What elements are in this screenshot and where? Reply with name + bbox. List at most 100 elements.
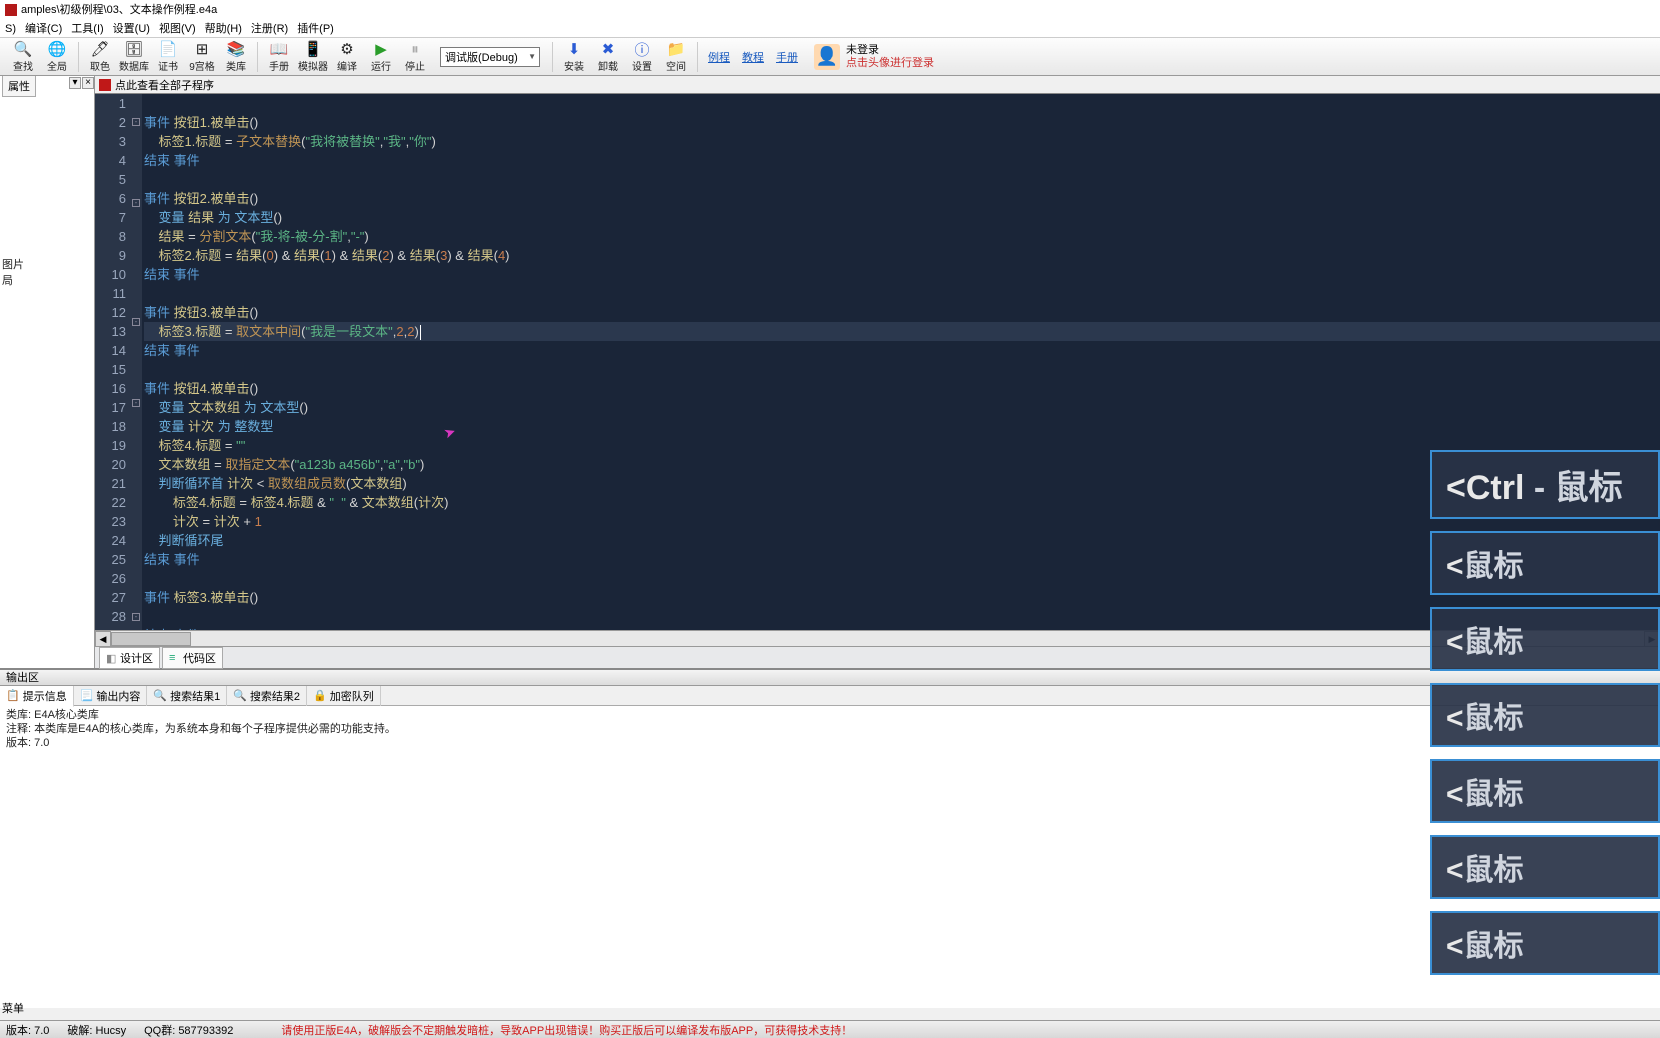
sidebar-bottom-label[interactable]: 菜单 xyxy=(2,1000,24,1016)
toolbar-取色-button[interactable]: 🖊取色 xyxy=(83,39,117,75)
toolbar-设置-button[interactable]: ⓘ设置 xyxy=(625,39,659,75)
menu-item[interactable]: 工具(I) xyxy=(68,20,106,37)
toolbar-卸载-button[interactable]: ✖卸载 xyxy=(591,39,625,75)
menu-item[interactable]: 编译(C) xyxy=(22,20,65,37)
keystroke-indicator: <鼠标 xyxy=(1430,759,1660,823)
code-line[interactable]: 结束 事件 xyxy=(144,265,1660,284)
keystroke-indicator: <鼠标 xyxy=(1430,835,1660,899)
sidebar-content: 图片 局 xyxy=(2,256,24,288)
code-line[interactable]: 事件 按钮4.被单击() xyxy=(144,379,1660,398)
sidebar-pin-icon[interactable]: ▾ xyxy=(69,77,81,89)
fold-marker[interactable]: - xyxy=(132,613,140,621)
toolbar-查找-button[interactable]: 🔍查找 xyxy=(6,39,40,75)
output-tab[interactable]: 📋提示信息 xyxy=(0,686,74,707)
output-tab[interactable]: 📃输出内容 xyxy=(74,686,148,706)
toolbar-类库-button[interactable]: 📚类库 xyxy=(219,39,253,75)
mode-tab[interactable]: ◧设计区 xyxy=(99,647,160,669)
sidebar-controls: ▾ × xyxy=(69,77,94,89)
code-line[interactable]: 变量 文本数组 为 文本型() xyxy=(144,398,1660,417)
code-line[interactable]: 事件 按钮1.被单击() xyxy=(144,113,1660,132)
keystroke-overlay: <Ctrl - 鼠标<鼠标<鼠标<鼠标<鼠标<鼠标<鼠标 xyxy=(1430,450,1660,975)
scroll-thumb[interactable] xyxy=(111,632,191,646)
sidebar-item-layout[interactable]: 局 xyxy=(2,272,24,288)
toolbar-link[interactable]: 教程 xyxy=(736,49,770,65)
code-line[interactable] xyxy=(144,284,1660,303)
menu-item[interactable]: 设置(U) xyxy=(110,20,153,37)
keystroke-indicator: <鼠标 xyxy=(1430,683,1660,747)
code-line[interactable]: 结束 事件 xyxy=(144,151,1660,170)
code-area[interactable]: 1234567891011121314151617181920212223242… xyxy=(95,94,1660,630)
code-line[interactable]: 标签3.标题 = 取文本中间("我是一段文本",2,2) xyxy=(144,322,1660,341)
login-area[interactable]: 👤未登录点击头像进行登录 xyxy=(814,44,934,70)
output-tab[interactable]: 🔒加密队列 xyxy=(307,686,381,706)
tab-icon: 📋 xyxy=(6,689,20,702)
code-line[interactable]: 事件 按钮2.被单击() xyxy=(144,189,1660,208)
fold-marker[interactable]: - xyxy=(132,199,140,207)
mode-tab[interactable]: ≡代码区 xyxy=(162,647,223,669)
menu-item[interactable]: 视图(V) xyxy=(156,20,199,37)
menu-item[interactable]: 注册(R) xyxy=(248,20,291,37)
editor-tabbar: 点此查看全部子程序 xyxy=(95,76,1660,94)
editor: 点此查看全部子程序 123456789101112131415161718192… xyxy=(95,76,1660,668)
title-text: amples\初级例程\03、文本操作例程.e4a xyxy=(21,0,217,20)
line-gutter: 1234567891011121314151617181920212223242… xyxy=(95,94,132,630)
toolbar-安装-button[interactable]: ⬇安装 xyxy=(557,39,591,75)
keystroke-indicator: <鼠标 xyxy=(1430,531,1660,595)
toolbar-link[interactable]: 例程 xyxy=(702,49,736,65)
avatar-icon[interactable]: 👤 xyxy=(814,44,840,70)
sidebar-tab-properties[interactable]: 属性 xyxy=(2,76,36,97)
build-mode-combo[interactable]: 调试版(Debug) xyxy=(440,47,540,67)
fold-marker[interactable]: - xyxy=(132,399,140,407)
scroll-left-icon[interactable]: ◀ xyxy=(95,631,111,647)
code-line[interactable] xyxy=(144,360,1660,379)
toolbar-空间-button[interactable]: 📁空间 xyxy=(659,39,693,75)
toolbar-模拟器-button[interactable]: 📱模拟器 xyxy=(296,39,330,75)
sidebar: ▾ × 属性 图片 局 xyxy=(0,76,95,668)
code-line[interactable]: 变量 结果 为 文本型() xyxy=(144,208,1660,227)
menu-item[interactable]: 帮助(H) xyxy=(202,20,245,37)
horizontal-scrollbar[interactable]: ◀ ▶ xyxy=(95,630,1660,646)
output-tab[interactable]: 🔍搜索结果1 xyxy=(147,686,227,706)
tab-icon: 📃 xyxy=(80,689,94,702)
tab-icon: 🔍 xyxy=(153,689,167,702)
tab-icon xyxy=(99,79,111,91)
code-line[interactable]: 标签1.标题 = 子文本替换("我将被替换","我","你") xyxy=(144,132,1660,151)
output-tab[interactable]: 🔍搜索结果2 xyxy=(227,686,307,706)
toolbar-证书-button[interactable]: 📄证书 xyxy=(151,39,185,75)
toolbar-数据库-button[interactable]: 🗄数据库 xyxy=(117,39,151,75)
menu-item[interactable]: 插件(P) xyxy=(294,20,337,37)
keystroke-indicator: <鼠标 xyxy=(1430,911,1660,975)
output-panel: 输出区 📋提示信息📃输出内容🔍搜索结果1🔍搜索结果2🔒加密队列 类库: E4A核… xyxy=(0,668,1660,1008)
fold-marker[interactable]: - xyxy=(132,118,140,126)
tab-icon: ◧ xyxy=(106,652,117,663)
status-crack: 破解: Hucsy xyxy=(67,1022,126,1038)
toolbar-手册-button[interactable]: 📖手册 xyxy=(262,39,296,75)
code-line[interactable] xyxy=(144,94,1660,113)
toolbar-link[interactable]: 手册 xyxy=(770,49,804,65)
fold-marker[interactable]: - xyxy=(132,318,140,326)
status-bar: 版本: 7.0 破解: Hucsy QQ群: 587793392 请使用正版E4… xyxy=(0,1020,1660,1038)
code-line[interactable]: 结束 事件 xyxy=(144,341,1660,360)
editor-tab[interactable]: 点此查看全部子程序 xyxy=(115,77,214,93)
toolbar-编译-button[interactable]: ⚙编译 xyxy=(330,39,364,75)
output-title: 输出区 xyxy=(0,670,1660,686)
keystroke-indicator: <Ctrl - 鼠标 xyxy=(1430,450,1660,519)
code-line[interactable]: 结果 = 分割文本("我-将-被-分-割","-") xyxy=(144,227,1660,246)
code-line[interactable] xyxy=(144,170,1660,189)
code-line[interactable]: 事件 按钮3.被单击() xyxy=(144,303,1660,322)
sidebar-item-image[interactable]: 图片 xyxy=(2,256,24,272)
toolbar-停止-button[interactable]: ⏸停止 xyxy=(398,39,432,75)
toolbar-运行-button[interactable]: ▶运行 xyxy=(364,39,398,75)
toolbar-9宫格-button[interactable]: ⊞9宫格 xyxy=(185,39,219,75)
code-line[interactable]: 标签2.标题 = 结果(0) & 结果(1) & 结果(2) & 结果(3) &… xyxy=(144,246,1660,265)
output-line: 版本: 7.0 xyxy=(6,736,1654,750)
output-tabs: 📋提示信息📃输出内容🔍搜索结果1🔍搜索结果2🔒加密队列 xyxy=(0,686,1660,706)
sidebar-close-icon[interactable]: × xyxy=(82,77,94,89)
toolbar-全局-button[interactable]: 🌐全局 xyxy=(40,39,74,75)
code-line[interactable]: 变量 计次 为 整数型 xyxy=(144,417,1660,436)
menu-item[interactable]: S) xyxy=(2,20,19,37)
fold-column: - - - - - xyxy=(132,94,142,630)
login-link[interactable]: 点击头像进行登录 xyxy=(846,57,934,70)
app-icon xyxy=(5,4,17,16)
output-line: 类库: E4A核心类库 xyxy=(6,708,1654,722)
